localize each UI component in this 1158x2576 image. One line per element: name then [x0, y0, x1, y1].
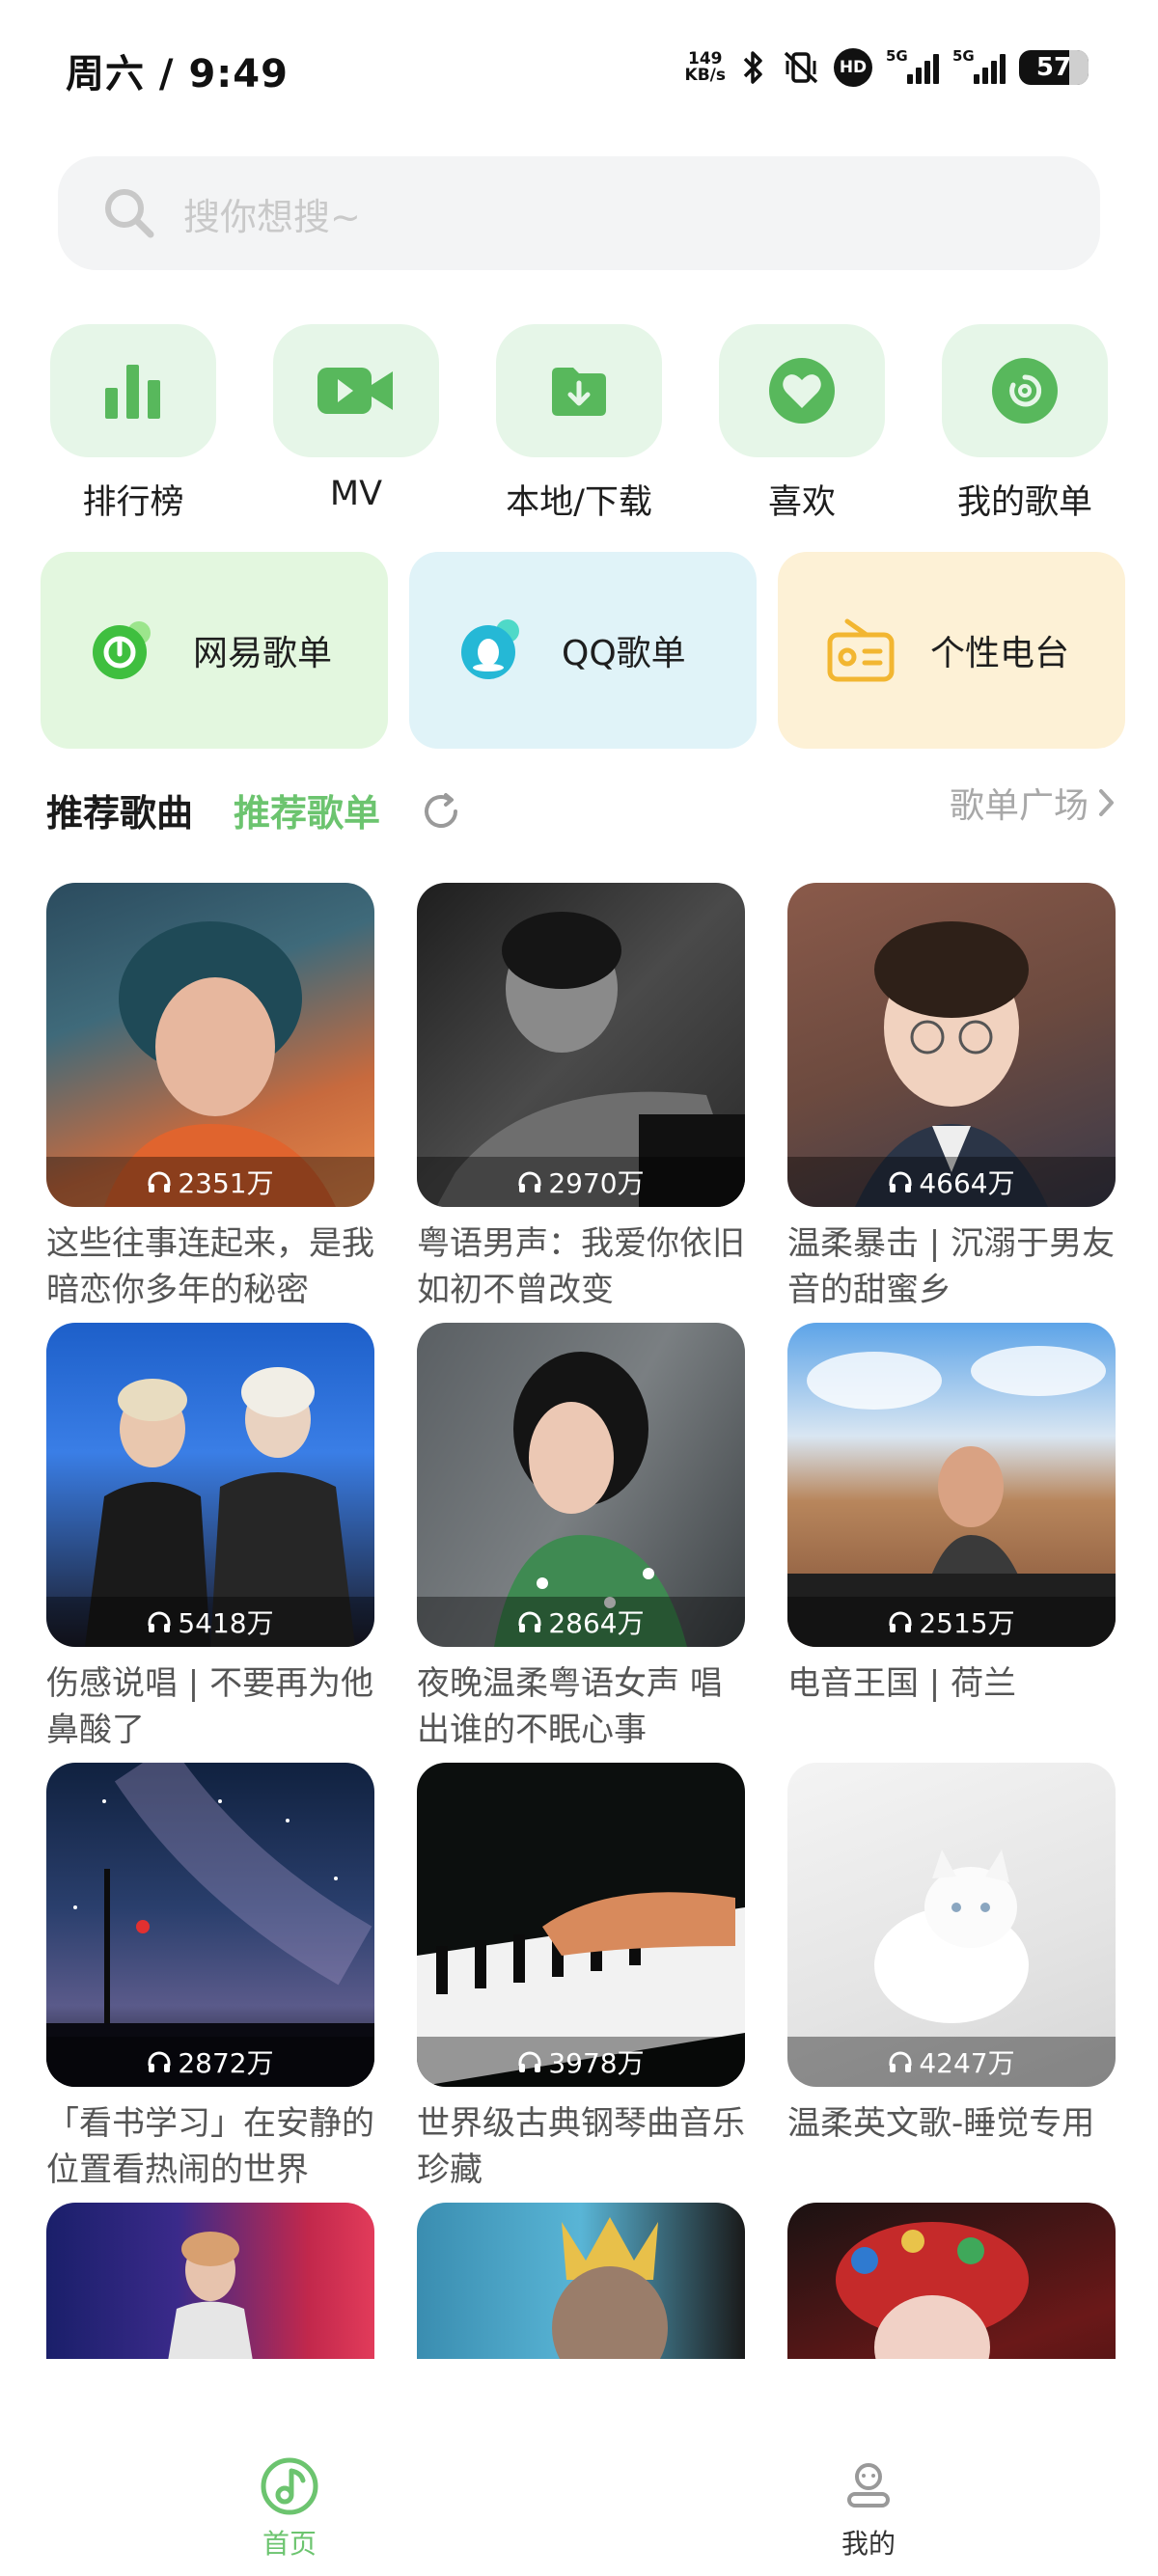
music-note-icon	[261, 2457, 318, 2515]
quick-item-mv[interactable]: MV	[273, 324, 439, 513]
playlist-card[interactable]: 5418万 伤感说唱 | 不要再为他鼻酸了	[46, 1323, 374, 1753]
playlist-sources: 网易歌单 QQ歌单 个性电台	[41, 552, 1125, 749]
play-count: 3978万	[548, 2047, 645, 2079]
play-count: 2351万	[178, 1167, 274, 1199]
playlist-cover: 2515万	[787, 1323, 1116, 1647]
bottom-nav: 首页 我的	[0, 2455, 1158, 2576]
nav-home[interactable]: 首页	[193, 2455, 386, 2562]
playlist-card[interactable]: 3978万 世界级古典钢琴曲音乐珍藏	[417, 1763, 745, 2193]
nav-mine[interactable]: 我的	[772, 2455, 965, 2562]
playlist-title: 温柔暴击 | 沉溺于男友音的甜蜜乡	[787, 1224, 1116, 1309]
headphones-icon	[889, 2051, 912, 2072]
playlist-card[interactable]: 2351万 这些往事连起来，是我暗恋你多年的秘密	[46, 883, 374, 1313]
netease-icon	[93, 621, 151, 679]
status-icons: 149 KB/s HD 5G 5G 57	[685, 46, 1089, 89]
playlist-card[interactable]: 4247万 温柔英文歌-睡觉专用	[787, 1763, 1116, 2147]
playlist-cover: 2872万	[46, 1763, 374, 2087]
hd-badge: HD	[834, 48, 872, 87]
quick-actions: 排行榜 MV 本地/下载 喜欢 我的歌单	[0, 324, 1158, 522]
playlist-card[interactable]: 2970万 粤语男声：我爱你依旧如初不曾改变	[417, 883, 745, 1313]
playlist-plaza-link[interactable]: 歌单广场	[950, 778, 1117, 828]
quick-item-favorites[interactable]: 喜欢	[719, 324, 885, 524]
search-input[interactable]: 搜你想搜~	[58, 156, 1100, 270]
playlist-title: 温柔英文歌-睡觉专用	[787, 2104, 1095, 2143]
recommend-header: 推荐歌曲 推荐歌单 歌单广场	[46, 783, 1117, 841]
chevron-right-icon	[1099, 789, 1114, 816]
quick-item-local-download[interactable]: 本地/下载	[496, 324, 662, 524]
play-count: 5418万	[178, 1607, 274, 1639]
signal-strength-icon: 5G	[886, 47, 939, 84]
playlist-cover	[46, 2203, 374, 2359]
playlist-title: 夜晚温柔粤语女声 唱出谁的不眠心事	[417, 1664, 723, 1749]
playlist-title: 电音王国 | 荷兰	[787, 1664, 1017, 1703]
headphones-icon	[518, 1171, 541, 1192]
status-time: 周六 / 9:49	[66, 52, 289, 96]
playlist-cover: 3978万	[417, 1763, 745, 2087]
headphones-icon	[148, 1611, 171, 1632]
source-card-radio[interactable]: 个性电台	[778, 552, 1125, 749]
battery-icon: 57	[1019, 50, 1089, 85]
playlist-cover	[787, 2203, 1116, 2359]
headphones-icon	[518, 2051, 541, 2072]
refresh-icon[interactable]	[419, 789, 463, 834]
play-count: 2515万	[919, 1607, 1015, 1639]
playlist-card[interactable]: 2515万 电音王国 | 荷兰	[787, 1323, 1116, 1707]
qq-penguin-icon	[461, 619, 519, 679]
network-speed: 149 KB/s	[684, 49, 726, 85]
heart-icon	[769, 358, 835, 424]
headphones-icon	[889, 1171, 912, 1192]
playlist-card[interactable]: 4664万 温柔暴击 | 沉溺于男友音的甜蜜乡	[787, 883, 1116, 1313]
playlist-title: 这些往事连起来，是我暗恋你多年的秘密	[46, 1224, 374, 1309]
playlist-cover: 2864万	[417, 1323, 745, 1647]
bluetooth-icon	[743, 51, 762, 84]
play-count: 2872万	[178, 2047, 274, 2079]
playlist-title: 世界级古典钢琴曲音乐珍藏	[417, 2104, 745, 2189]
source-card-qq[interactable]: QQ歌单	[409, 552, 757, 749]
tab-recommended-playlists[interactable]: 推荐歌单	[234, 783, 380, 836]
tab-recommended-songs[interactable]: 推荐歌曲	[46, 783, 193, 836]
vibrate-off-icon	[784, 51, 818, 84]
playlist-cover: 4664万	[787, 883, 1116, 1207]
playlist-title: 粤语男声：我爱你依旧如初不曾改变	[417, 1224, 745, 1309]
play-count: 2864万	[548, 1607, 645, 1639]
playlist-cover: 2970万	[417, 883, 745, 1207]
headphones-icon	[889, 1611, 912, 1632]
playlist-card[interactable]	[787, 2203, 1116, 2359]
chart-bars-icon	[105, 365, 160, 419]
playlist-title: 伤感说唱 | 不要再为他鼻酸了	[46, 1664, 374, 1749]
playlist-title: 「看书学习」在安静的位置看热闹的世界	[46, 2104, 374, 2189]
playlist-cover	[417, 2203, 745, 2359]
play-count: 4664万	[919, 1167, 1015, 1199]
radio-icon	[827, 618, 895, 682]
playlist-card[interactable]	[46, 2203, 374, 2359]
video-camera-icon	[317, 368, 393, 414]
headphones-icon	[148, 2051, 171, 2072]
playlist-cover: 2351万	[46, 883, 374, 1207]
playlist-cover: 5418万	[46, 1323, 374, 1647]
playlist-card[interactable]: 2872万 「看书学习」在安静的位置看热闹的世界	[46, 1763, 374, 2193]
download-folder-icon	[552, 368, 606, 416]
play-count: 4247万	[919, 2047, 1015, 2079]
headphones-icon	[148, 1171, 171, 1192]
source-card-netease[interactable]: 网易歌单	[41, 552, 388, 749]
headphones-icon	[518, 1611, 541, 1632]
signal-strength-icon-2: 5G	[952, 47, 1006, 84]
search-placeholder: 搜你想搜~	[183, 195, 361, 238]
status-bar: 周六 / 9:49 149 KB/s HD 5G 5G 57	[0, 0, 1158, 135]
playlist-cover: 4247万	[787, 1763, 1116, 2087]
search-icon	[105, 189, 154, 238]
playlist-card[interactable]: 2864万 夜晚温柔粤语女声 唱出谁的不眠心事	[417, 1323, 745, 1753]
profile-icon	[847, 2463, 890, 2507]
playlist-card[interactable]	[417, 2203, 745, 2359]
playlist-grid: 2351万 这些往事连起来，是我暗恋你多年的秘密 2970万 粤语男声：我爱你依…	[0, 883, 1158, 2359]
quick-item-charts[interactable]: 排行榜	[50, 324, 216, 524]
play-count: 2970万	[548, 1167, 645, 1199]
disc-icon	[992, 358, 1058, 424]
quick-item-my-playlists[interactable]: 我的歌单	[942, 324, 1108, 524]
